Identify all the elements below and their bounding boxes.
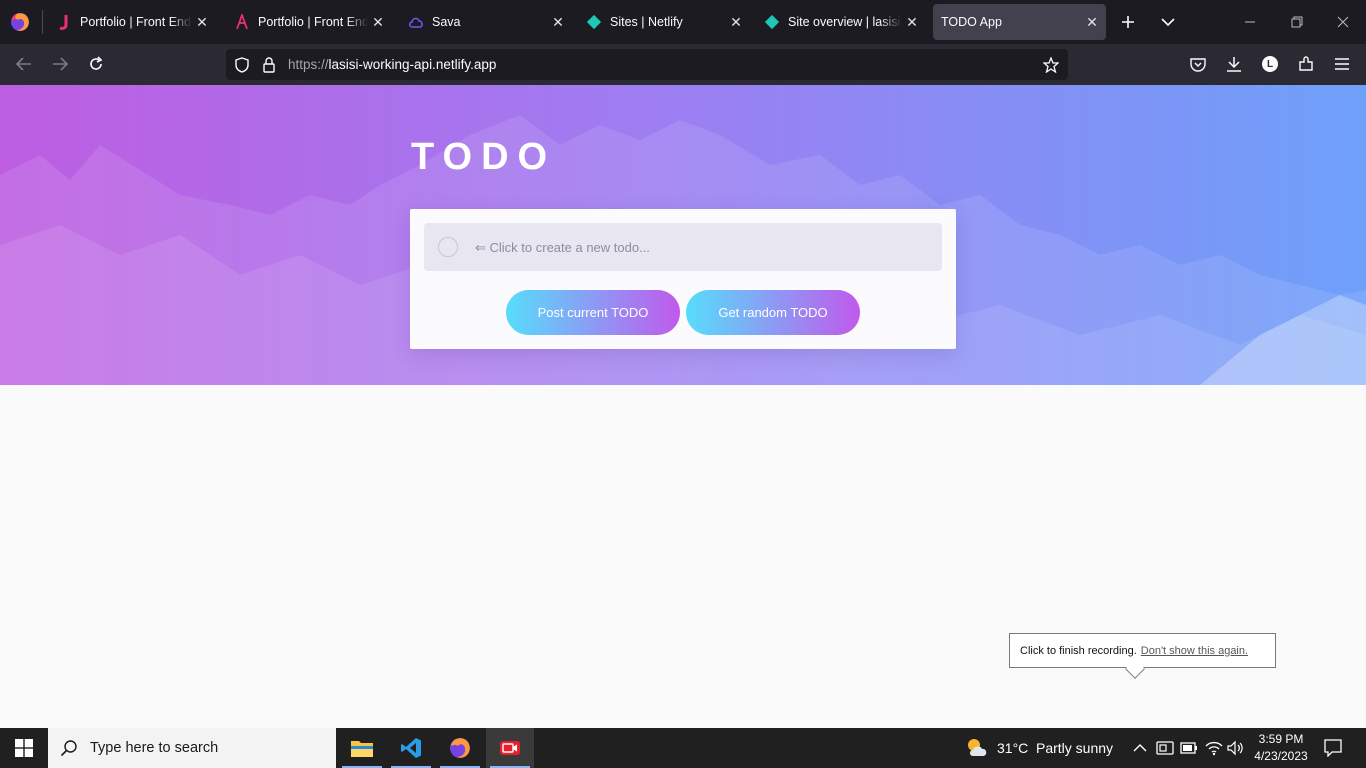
list-tabs-icon[interactable]	[1158, 12, 1178, 32]
taskbar-clock[interactable]: 3:59 PM 4/23/2023	[1244, 731, 1318, 765]
firefox-taskbar-icon[interactable]	[436, 728, 484, 768]
partly-sunny-icon[interactable]	[965, 736, 991, 760]
tab-strip: Portfolio | Front End Developer ✕ Portfo…	[0, 0, 1366, 44]
volume-icon[interactable]	[1226, 738, 1246, 758]
vscode-icon[interactable]	[387, 728, 435, 768]
forward-icon[interactable]	[50, 54, 70, 74]
notifications-icon[interactable]	[1323, 738, 1343, 758]
tab-netlify-sites[interactable]: Sites | Netlify ✕	[578, 4, 750, 40]
clock-time: 3:59 PM	[1258, 732, 1304, 746]
url-scheme: https://	[288, 57, 329, 72]
cloud-icon	[408, 14, 424, 30]
chevron-up-icon[interactable]	[1130, 738, 1150, 758]
restore-icon[interactable]	[1287, 12, 1307, 32]
navigation-bar: https://lasisi-working-api.netlify.app L	[0, 44, 1366, 85]
tab-portfolio-2[interactable]: Portfolio | Front End Developer ✕	[226, 4, 392, 40]
screen-recorder-icon[interactable]	[486, 728, 534, 768]
search-placeholder: Type here to search	[90, 740, 219, 756]
recording-tooltip: Click to finish recording. Don't show th…	[1009, 633, 1276, 679]
close-tab-icon[interactable]: ✕	[1082, 14, 1102, 31]
extensions-icon[interactable]	[1296, 54, 1316, 74]
page-title: TODO	[411, 136, 557, 178]
tab-title: Portfolio | Front End Developer	[258, 15, 368, 29]
bookmark-star-icon[interactable]	[1042, 56, 1060, 74]
tab-title: TODO App	[941, 15, 1002, 29]
file-explorer-icon[interactable]	[338, 728, 386, 768]
post-current-todo-button[interactable]: Post current TODO	[506, 290, 680, 335]
tab-title: Sites | Netlify	[610, 15, 683, 29]
battery-icon[interactable]	[1179, 738, 1199, 758]
tooltip-tail	[1125, 659, 1145, 679]
new-todo-input[interactable]	[475, 237, 915, 257]
new-todo-box	[424, 223, 942, 271]
account-avatar-icon[interactable]: L	[1260, 54, 1280, 74]
reload-icon[interactable]	[86, 54, 106, 74]
meet-now-icon[interactable]	[1155, 738, 1175, 758]
close-tab-icon[interactable]: ✕	[192, 14, 212, 31]
lock-icon[interactable]	[260, 56, 278, 74]
close-window-icon[interactable]	[1333, 12, 1353, 32]
tab-title: Site overview | lasisi-working-api	[788, 15, 902, 29]
shield-icon[interactable]	[233, 56, 251, 74]
complete-checkbox[interactable]	[438, 237, 458, 257]
url-text[interactable]: https://lasisi-working-api.netlify.app	[288, 57, 496, 72]
url-host: lasisi-working-api.netlify.app	[328, 57, 497, 72]
todo-card: Post current TODO Get random TODO	[410, 209, 956, 349]
back-icon[interactable]	[14, 54, 34, 74]
windows-taskbar: Type here to search 31°C Partly sunny 3:…	[0, 728, 1366, 768]
clock-date: 4/23/2023	[1254, 749, 1308, 763]
netlify-icon	[764, 14, 780, 30]
tab-title: Sava	[432, 15, 461, 29]
j-logo-icon	[56, 14, 72, 30]
close-tab-icon[interactable]: ✕	[548, 14, 568, 31]
tab-title: Portfolio | Front End Developer	[80, 15, 192, 29]
pocket-icon[interactable]	[1188, 54, 1208, 74]
wifi-icon[interactable]	[1204, 738, 1224, 758]
address-bar[interactable]: https://lasisi-working-api.netlify.app	[226, 49, 1068, 80]
weather-description[interactable]: Partly sunny	[1036, 740, 1113, 756]
minimize-icon[interactable]	[1240, 12, 1260, 32]
search-icon	[60, 739, 78, 757]
tab-separator	[42, 10, 43, 34]
tab-todo-app[interactable]: TODO App ✕	[933, 4, 1106, 40]
tab-portfolio-1[interactable]: Portfolio | Front End Developer ✕	[48, 4, 216, 40]
get-random-todo-button[interactable]: Get random TODO	[686, 290, 860, 335]
recording-tooltip-text: Click to finish recording.	[1020, 644, 1137, 657]
close-tab-icon[interactable]: ✕	[902, 14, 922, 31]
hamburger-menu-icon[interactable]	[1332, 54, 1352, 74]
taskbar-search[interactable]: Type here to search	[48, 728, 336, 768]
netlify-icon	[586, 14, 602, 30]
a-logo-icon	[234, 14, 250, 30]
tab-sava[interactable]: Sava ✕	[400, 4, 572, 40]
tab-site-overview[interactable]: Site overview | lasisi-working-api ✕	[756, 4, 926, 40]
weather-temperature[interactable]: 31°C	[997, 740, 1028, 756]
windows-start-icon[interactable]	[0, 728, 48, 768]
firefox-menu-icon[interactable]	[9, 11, 31, 33]
close-tab-icon[interactable]: ✕	[368, 14, 388, 31]
profile-initial: L	[1262, 56, 1278, 72]
close-tab-icon[interactable]: ✕	[726, 14, 746, 31]
dont-show-again-link[interactable]: Don't show this again.	[1141, 645, 1248, 657]
new-tab-icon[interactable]	[1118, 12, 1138, 32]
downloads-icon[interactable]	[1224, 54, 1244, 74]
